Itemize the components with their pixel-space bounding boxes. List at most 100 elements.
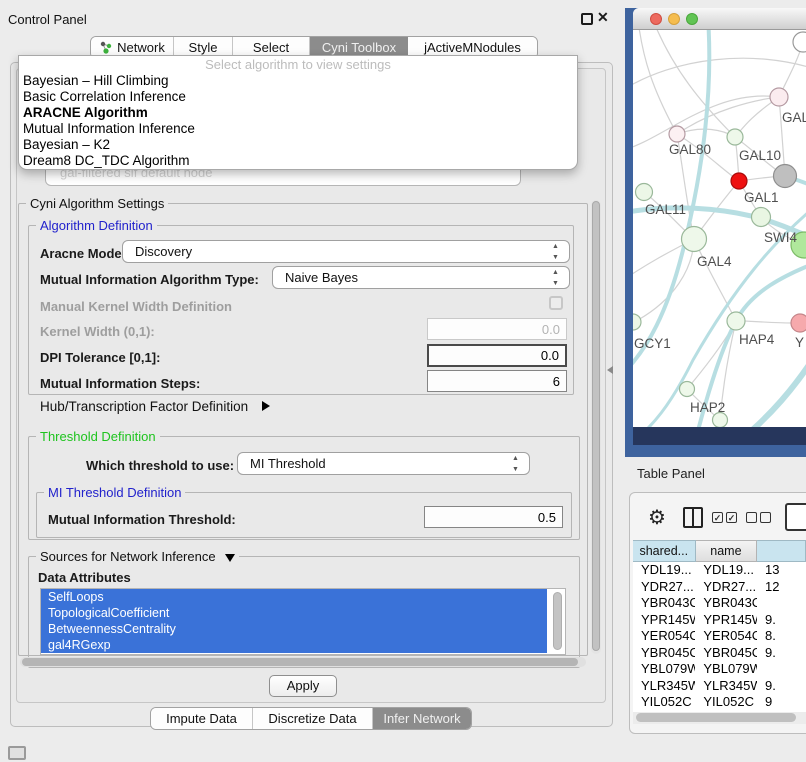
hub-definition-toggle[interactable]: Hub/Transcription Factor Definition	[40, 399, 270, 414]
data-attributes-label: Data Attributes	[38, 570, 131, 585]
which-threshold-value: MI Threshold	[250, 456, 326, 471]
sources-group-title[interactable]: Sources for Network Inference	[36, 549, 239, 564]
algorithm-option-list: Bayesian – Hill ClimbingBasic Correlatio…	[19, 73, 577, 169]
algorithm-option[interactable]: Bayesian – Hill Climbing	[19, 73, 577, 89]
node-label: HAP4	[739, 332, 775, 347]
table-row[interactable]: YBR045CYBR045C9.	[633, 645, 806, 662]
algorithm-option[interactable]: Bayesian – K2	[19, 137, 577, 153]
table-cell	[757, 661, 806, 678]
settings-vscrollbar[interactable]	[591, 200, 601, 654]
table-cell: 9.	[757, 612, 806, 629]
table-row[interactable]: YDR27...YDR27...12	[633, 579, 806, 596]
which-threshold-combo[interactable]: MI Threshold	[237, 452, 530, 475]
table-cell: YBL079W	[695, 661, 757, 678]
settings-hscrollbar[interactable]	[20, 657, 586, 667]
table-cell: 13	[757, 562, 806, 579]
network-node-y[interactable]	[791, 314, 806, 332]
manual-kernel-checkbox[interactable]	[549, 296, 563, 310]
table-row[interactable]: YIL052CYIL052C9	[633, 694, 806, 711]
minimize-traffic-light-icon[interactable]	[668, 13, 680, 25]
manual-kernel-label: Manual Kernel Width Definition	[40, 299, 232, 314]
kernel-width-field[interactable]	[427, 318, 567, 340]
table-cell: YBR043C	[695, 595, 757, 612]
mi-steps-label: Mutual Information Steps:	[40, 376, 200, 391]
tab-infer-network[interactable]: Infer Network	[373, 708, 471, 729]
float-window-icon[interactable]	[581, 13, 593, 25]
network-node[interactable]	[774, 165, 797, 188]
columns-icon[interactable]	[683, 507, 703, 528]
algorithm-option[interactable]: Dream8 DC_TDC Algorithm	[19, 153, 577, 169]
algorithm-option[interactable]: ARACNE Algorithm	[19, 105, 577, 121]
control-panel-title: Control Panel	[8, 12, 87, 27]
table-cell: YIL052C	[695, 694, 757, 711]
column-header-shared[interactable]: shared...	[633, 540, 696, 562]
deselect-all-columns-icon[interactable]	[746, 512, 771, 523]
attributes-scrollbar[interactable]	[553, 592, 562, 650]
table-cell: YDL19...	[633, 562, 695, 579]
table-hscrollbar[interactable]	[633, 712, 806, 724]
tab-impute-data[interactable]: Impute Data	[151, 708, 253, 729]
algorithm-option[interactable]: Mutual Information Inference	[19, 121, 577, 137]
table-row[interactable]: YPR145WYPR145W9.	[633, 612, 806, 629]
close-icon[interactable]: ✕	[597, 9, 609, 26]
stepper-icon	[552, 270, 561, 286]
network-node[interactable]	[793, 32, 806, 52]
column-header-name[interactable]: name	[696, 540, 758, 562]
network-node-gal80[interactable]	[669, 126, 685, 142]
close-traffic-light-icon[interactable]	[650, 13, 662, 25]
network-node-gal10[interactable]	[727, 129, 743, 145]
mi-threshold-field[interactable]	[424, 506, 563, 528]
network-window-titlebar[interactable]	[633, 8, 806, 30]
network-node-gal[interactable]	[770, 88, 788, 106]
table-cell: YPR145W	[633, 612, 695, 629]
table-row[interactable]: YBR043CYBR043C	[633, 595, 806, 612]
select-all-columns-icon[interactable]: ✓✓	[712, 512, 737, 523]
apply-button[interactable]: Apply	[269, 675, 337, 697]
tab-label: Cyni Toolbox	[322, 40, 396, 55]
attribute-item[interactable]: SelfLoops	[41, 589, 547, 605]
table-row[interactable]: YBL079WYBL079W	[633, 661, 806, 678]
node-label: GAL	[782, 110, 806, 125]
table-function-icon[interactable]	[785, 503, 806, 531]
cyni-bottom-tabbar: Impute DataDiscretize DataInfer Network	[150, 707, 472, 730]
node-label: GAL11	[645, 202, 686, 217]
mi-steps-field[interactable]	[427, 370, 567, 392]
panel-collapse-icon[interactable]	[607, 366, 613, 374]
attribute-item[interactable]: TopologicalCoefficient	[41, 605, 547, 621]
dpi-tolerance-field[interactable]	[427, 344, 567, 367]
attribute-item[interactable]: gal4RGexp	[41, 637, 547, 653]
table-row[interactable]: YDL19...YDL19...13	[633, 562, 806, 579]
algorithm-dropdown-placeholder: Select algorithm to view settings	[19, 56, 577, 73]
gear-icon[interactable]: ⚙	[648, 505, 666, 530]
column-header[interactable]	[757, 540, 806, 562]
table-cell: 9	[757, 694, 806, 711]
algorithm-option[interactable]: Basic Correlation Inference	[19, 89, 577, 105]
mi-threshold-group-title: MI Threshold Definition	[44, 485, 185, 500]
dock-panel-icon[interactable]	[8, 746, 26, 760]
node-label: Y	[795, 335, 804, 350]
aracne-mode-combo[interactable]: Discovery	[122, 240, 570, 263]
sources-title-text: Sources for Network Inference	[40, 549, 216, 564]
network-node-gal1[interactable]	[731, 173, 747, 189]
table-cell: YPR145W	[695, 612, 757, 629]
node-label: GAL10	[739, 148, 781, 163]
table-row[interactable]: YER054CYER054C8.	[633, 628, 806, 645]
attribute-item[interactable]: BetweennessCentrality	[41, 621, 547, 637]
table-row[interactable]: YLR345WYLR345W9.	[633, 678, 806, 695]
mi-type-combo[interactable]: Naive Bayes	[272, 266, 570, 289]
network-node-hap2[interactable]	[680, 382, 695, 397]
table-cell: YDL19...	[695, 562, 757, 579]
network-node-gal11[interactable]	[636, 184, 653, 201]
network-node-gal4[interactable]	[682, 227, 707, 252]
network-node-hap4[interactable]	[727, 312, 745, 330]
network-view[interactable]: GALGAL80GAL10GAL1GAL11SWI4GAL4GCY1HAP4YH…	[633, 30, 806, 427]
network-node-gcy1[interactable]	[633, 314, 641, 330]
data-attributes-list[interactable]: SelfLoopsTopologicalCoefficientBetweenne…	[40, 588, 566, 655]
network-window: GALGAL80GAL10GAL1GAL11SWI4GAL4GCY1HAP4YH…	[633, 8, 806, 445]
zoom-traffic-light-icon[interactable]	[686, 13, 698, 25]
which-threshold-label: Which threshold to use:	[86, 458, 234, 473]
aracne-mode-label: Aracne Mode:	[40, 246, 126, 261]
tab-discretize-data[interactable]: Discretize Data	[253, 708, 373, 729]
hub-definition-label: Hub/Transcription Factor Definition	[40, 399, 248, 414]
network-node-swi4[interactable]	[752, 208, 771, 227]
